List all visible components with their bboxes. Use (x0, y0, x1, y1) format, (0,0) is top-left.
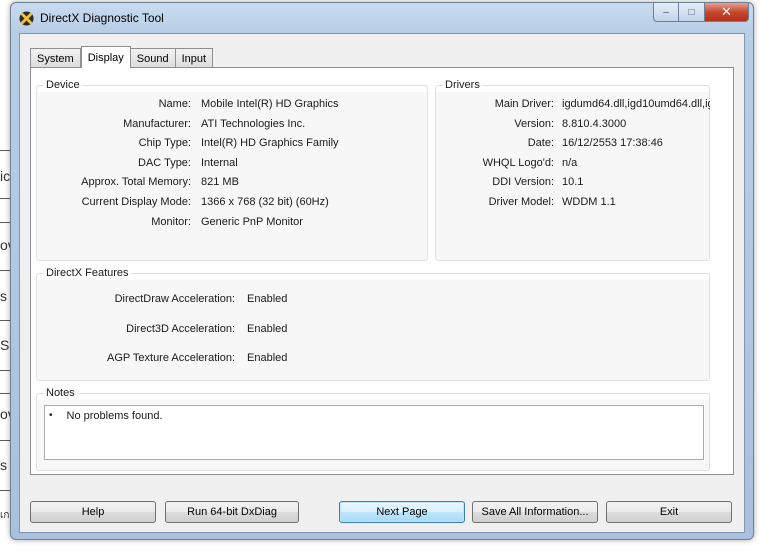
device-group-title: Device (44, 79, 82, 91)
device-value: Generic PnP Monitor (201, 215, 303, 228)
note-text: No problems found. (66, 410, 163, 422)
tab-input[interactable]: Input (175, 48, 214, 68)
device-label: Chip Type: (138, 137, 191, 150)
device-label: Name: (158, 98, 191, 110)
maximize-button[interactable]: □ (679, 3, 705, 22)
close-button[interactable]: ✕ (705, 3, 749, 22)
title-bar[interactable]: DirectX Diagnostic Tool – □ ✕ (11, 3, 753, 33)
directx-features-group-title: DirectX Features (44, 267, 131, 279)
exit-button[interactable]: Exit (606, 501, 732, 523)
display-tab-panel: Device Drivers DirectX Features Notes • … (30, 67, 734, 475)
device-label: DAC Type: (138, 156, 191, 169)
feature-label: DirectDraw Acceleration: (114, 293, 235, 305)
device-value: Internal (201, 156, 238, 169)
minimize-button[interactable]: – (653, 3, 679, 22)
device-value: Intel(R) HD Graphics Family (201, 137, 339, 150)
maximize-icon: □ (688, 6, 695, 18)
drivers-group-title: Drivers (443, 79, 482, 91)
feature-label: Direct3D Acceleration: (126, 322, 235, 335)
feature-value: Enabled (247, 352, 288, 364)
window-title: DirectX Diagnostic Tool (40, 11, 164, 25)
window-controls: – □ ✕ (653, 3, 749, 23)
minimize-icon: – (663, 6, 669, 18)
feature-value: Enabled (247, 322, 288, 335)
driver-value: 8.810.4.3000 (562, 117, 627, 130)
device-label: Monitor: (151, 215, 191, 228)
help-button[interactable]: Help (30, 501, 156, 523)
device-value: 821 MB (201, 176, 239, 189)
note-item: • No problems found. (49, 410, 163, 422)
tab-strip: System Display Sound Input (30, 46, 214, 68)
feature-label: AGP Texture Acceleration: (107, 352, 235, 364)
device-value: ATI Technologies Inc. (201, 117, 306, 130)
driver-label: DDI Version: (492, 176, 554, 189)
driver-value: WDDM 1.1 (562, 196, 616, 208)
run-64bit-dxdiag-button[interactable]: Run 64-bit DxDiag (165, 501, 299, 523)
save-all-information-button[interactable]: Save All Information... (472, 501, 598, 523)
device-value: 1366 x 768 (32 bit) (60Hz) (201, 196, 329, 208)
close-icon: ✕ (721, 4, 732, 19)
device-label: Current Display Mode: (81, 196, 191, 208)
driver-value: 10.1 (562, 176, 584, 189)
directx-app-icon (19, 11, 34, 26)
driver-label: Version: (514, 117, 554, 130)
driver-label: WHQL Logo'd: (482, 156, 554, 169)
tab-system[interactable]: System (30, 48, 81, 68)
device-value: Mobile Intel(R) HD Graphics (201, 98, 339, 110)
device-label: Manufacturer: (123, 117, 191, 130)
bullet-icon: • (49, 410, 53, 421)
next-page-button[interactable]: Next Page (339, 501, 465, 523)
drivers-group: Drivers (435, 79, 710, 261)
dialog-client-area: System Display Sound Input Device Driver… (19, 33, 745, 533)
notes-group-title: Notes (44, 387, 77, 399)
driver-value: n/a (562, 156, 578, 169)
notes-group: Notes • No problems found. (36, 387, 710, 471)
tab-display[interactable]: Display (80, 46, 131, 68)
driver-label: Driver Model: (488, 196, 554, 208)
driver-label: Main Driver: (494, 98, 554, 110)
directx-diagnostic-window: DirectX Diagnostic Tool – □ ✕ System Dis… (10, 2, 754, 540)
notes-list[interactable]: • No problems found. (44, 405, 704, 460)
device-label: Approx. Total Memory: (81, 176, 191, 189)
tab-sound[interactable]: Sound (130, 48, 176, 68)
driver-label: Date: (527, 137, 554, 150)
driver-value: 16/12/2553 17:38:46 (562, 137, 663, 150)
driver-value: igdumd64.dll,igd10umd64.dll,igd10um (562, 98, 710, 110)
device-group: Device (36, 79, 428, 261)
feature-value: Enabled (247, 293, 288, 305)
